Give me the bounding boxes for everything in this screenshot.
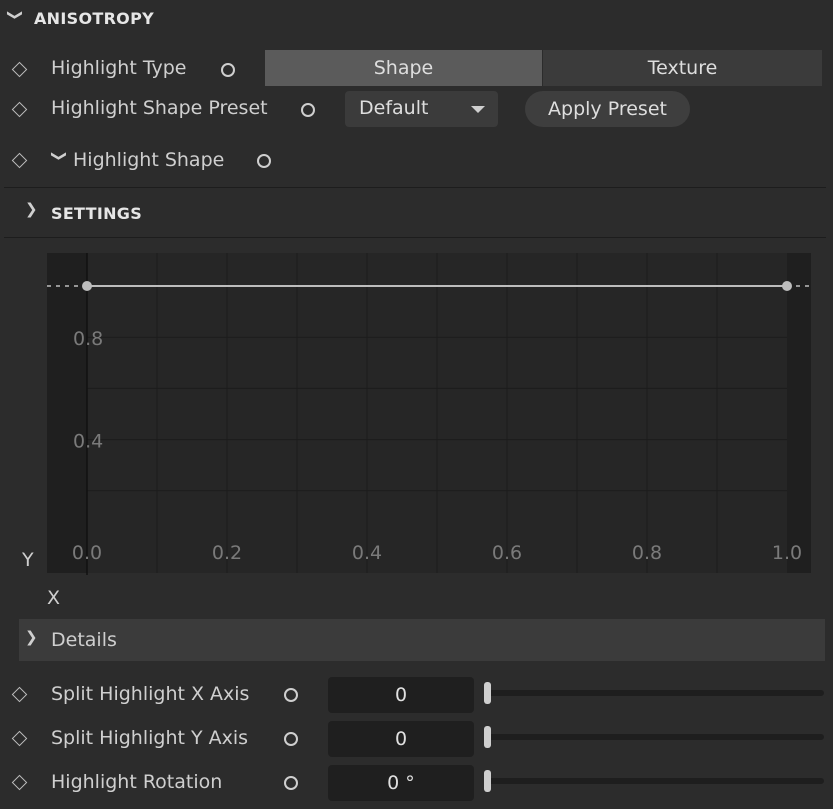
param-value-field[interactable]: 0	[328, 677, 474, 713]
y-tick-label: 0.8	[73, 328, 103, 350]
animate-ring-icon[interactable]	[284, 776, 298, 790]
expand-chevron-icon[interactable]: ❯	[50, 150, 68, 161]
curve-control-point[interactable]	[82, 281, 92, 291]
keyframe-diamond-icon[interactable]	[11, 101, 28, 118]
divider	[4, 187, 826, 188]
keyframe-diamond-icon[interactable]	[11, 730, 28, 747]
param-slider-thumb[interactable]	[484, 726, 491, 748]
details-label: Details	[51, 629, 117, 651]
highlight-shape-curve-chart[interactable]: 0.8 0.4 0.0 0.2 0.4 0.6 0.8 1.0 YX	[0, 245, 833, 615]
divider	[4, 237, 826, 238]
x-tick-label: 0.4	[352, 542, 382, 564]
details-bar[interactable]	[19, 619, 825, 661]
y-axis-label: Y	[21, 549, 34, 571]
param-label: Split Highlight X Axis	[51, 683, 250, 705]
animate-ring-icon[interactable]	[221, 63, 235, 77]
param-slider-thumb[interactable]	[484, 682, 491, 704]
highlight-shape-label: Highlight Shape	[73, 149, 225, 171]
animate-ring-icon[interactable]	[301, 103, 315, 117]
preset-dropdown[interactable]: Default	[345, 91, 498, 127]
expand-chevron-icon[interactable]: ❯	[25, 200, 38, 218]
param-value-field[interactable]: 0 °	[328, 765, 474, 801]
param-label: Highlight Rotation	[51, 771, 223, 793]
shape-preset-label: Highlight Shape Preset	[51, 97, 268, 119]
param-value-field[interactable]: 0	[328, 721, 474, 757]
curve-control-point[interactable]	[782, 281, 792, 291]
x-tick-label: 1.0	[772, 542, 802, 564]
segment-texture[interactable]: Texture	[543, 50, 822, 86]
animate-ring-icon[interactable]	[257, 154, 271, 168]
param-slider-track[interactable]	[484, 690, 824, 696]
animate-ring-icon[interactable]	[284, 732, 298, 746]
keyframe-diamond-icon[interactable]	[11, 774, 28, 791]
keyframe-diamond-icon[interactable]	[11, 61, 28, 78]
param-slider-track[interactable]	[484, 734, 824, 740]
preset-dropdown-value: Default	[359, 97, 429, 119]
x-axis-label: X	[47, 587, 60, 609]
keyframe-diamond-icon[interactable]	[11, 686, 28, 703]
section-title-settings[interactable]: SETTINGS	[51, 204, 142, 223]
param-label: Split Highlight Y Axis	[51, 727, 249, 749]
keyframe-diamond-icon[interactable]	[11, 152, 28, 169]
param-slider-thumb[interactable]	[484, 770, 491, 792]
x-tick-label: 0.0	[72, 542, 102, 564]
x-tick-label: 0.8	[632, 542, 662, 564]
param-slider-track[interactable]	[484, 778, 824, 784]
section-title-anisotropy[interactable]: ANISOTROPY	[34, 9, 154, 28]
collapse-chevron-icon[interactable]: ❯	[6, 9, 24, 20]
x-tick-label: 0.2	[212, 542, 242, 564]
expand-chevron-icon[interactable]: ❯	[25, 628, 38, 646]
highlight-type-label: Highlight Type	[51, 57, 187, 79]
segment-shape[interactable]: Shape	[265, 50, 542, 86]
x-tick-label: 0.6	[492, 542, 522, 564]
caret-down-icon	[471, 106, 485, 113]
animate-ring-icon[interactable]	[284, 688, 298, 702]
y-tick-label: 0.4	[73, 431, 103, 453]
apply-preset-button[interactable]: Apply Preset	[525, 91, 690, 127]
